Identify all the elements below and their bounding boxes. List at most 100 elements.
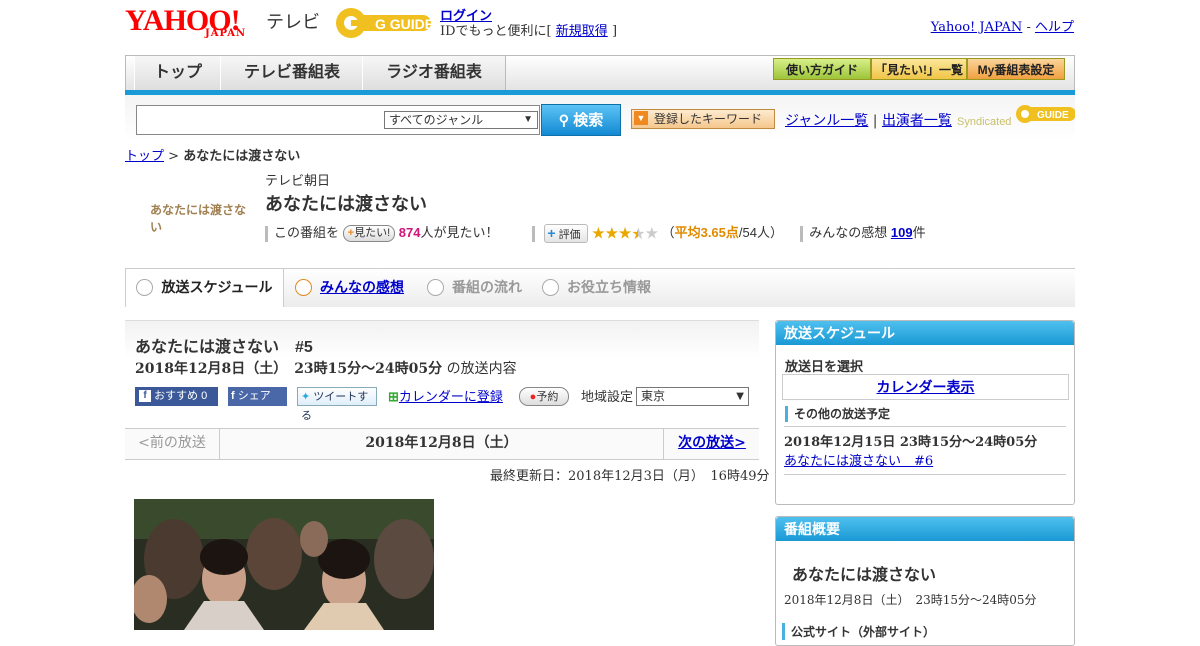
impressions-count-link[interactable]: 109 — [891, 225, 913, 240]
header-links: Yahoo! JAPAN - ヘルプ — [931, 16, 1074, 35]
program-tabs: 放送スケジュール みんなの感想 番組の流れ お役立ち情報 — [125, 268, 1075, 307]
rating-average: 平均3.65点 — [674, 225, 739, 240]
performer-list-link[interactable]: 出演者一覧 — [882, 113, 952, 129]
want-count: 874 — [398, 225, 421, 240]
svg-text:GUIDE: GUIDE — [1037, 110, 1069, 121]
tab-reviews-label[interactable]: みんなの感想 — [320, 279, 404, 295]
next-broadcast-item: 次の放送> — [663, 429, 760, 459]
next-broadcast-link[interactable]: 次の放送> — [678, 435, 746, 451]
pager-current-date: 2018年12月8日（土） — [365, 435, 518, 451]
dropdown-arrow-icon: ▼ — [634, 111, 648, 125]
main-nav: トップ テレビ番組表 ラジオ番組表 使い方ガイド 「見たい!」一覧 My番組表設… — [125, 55, 1075, 93]
other-schedule-link[interactable]: あなたには渡さない #6 — [784, 450, 933, 469]
sidebar-summary-box: 番組概要 あなたには渡さない 2018年12月8日（土） 23時15分～24時0… — [775, 516, 1075, 646]
register-link[interactable]: 新規取得 — [556, 24, 608, 39]
login-note-suffix: ] — [611, 24, 618, 39]
my-schedule-settings-button[interactable]: My番組表設定 — [967, 58, 1065, 80]
breadcrumb-separator: > — [164, 149, 184, 164]
nav-tab-tv-schedule[interactable]: テレビ番組表 — [220, 56, 364, 90]
genre-list-link[interactable]: ジャンル一覧 — [785, 113, 868, 129]
registered-keywords-button[interactable]: ▼ 登録したキーワード — [631, 109, 775, 129]
breadcrumb: トップ > あなたには渡さない — [125, 145, 300, 164]
want-button-label: 見たい! — [354, 227, 391, 240]
summary-title: あなたには渡さない — [792, 567, 937, 584]
nav-tab-radio-schedule[interactable]: ラジオ番組表 — [362, 56, 506, 90]
breadcrumb-current: あなたには渡さない — [183, 149, 301, 164]
tab-schedule[interactable]: 放送スケジュール — [125, 269, 284, 307]
episode-datetime: 2018年12月8日（土） 23時15分～24時05分 — [135, 361, 443, 377]
reserve-button[interactable]: ●予約 — [519, 387, 569, 406]
facebook-share-button[interactable]: f シェア — [228, 387, 287, 406]
rating-open: （ — [661, 225, 675, 240]
tab-reviews[interactable]: みんなの感想 — [295, 269, 404, 305]
yahoo-japan-link[interactable]: Yahoo! JAPAN — [931, 20, 1023, 35]
rate-button[interactable]: + 評価 — [544, 224, 588, 244]
search-button-label: 検索 — [573, 112, 604, 129]
sidebar-summary-heading: 番組概要 — [776, 517, 1074, 541]
usage-guide-button[interactable]: 使い方ガイド — [773, 58, 871, 80]
impressions-label: みんなの感想 — [809, 225, 888, 240]
tab-useful-info-label: お役立ち情報 — [567, 279, 651, 295]
star-icon: ★ — [604, 225, 619, 243]
nav-tab-top[interactable]: トップ — [134, 56, 222, 90]
prev-broadcast-button[interactable]: <前の放送 — [125, 429, 220, 459]
syndicated-label: Syndicated — [957, 116, 1012, 128]
summary-datetime: 2018年12月8日（土） 23時15分～24時05分 — [784, 593, 1037, 607]
header-separator: - — [1022, 20, 1035, 35]
rating-people: /54人） — [738, 225, 783, 240]
circle-arrow-icon — [295, 278, 312, 296]
breadcrumb-top-link[interactable]: トップ — [125, 149, 164, 164]
stats-divider — [265, 225, 268, 242]
recommend-button[interactable]: f おすすめ 0 — [135, 387, 218, 406]
genre-select[interactable]: すべてのジャンル ▼ — [384, 111, 538, 129]
tab-useful-info[interactable]: お役立ち情報 — [542, 269, 651, 305]
genre-links-divider: | — [868, 113, 882, 129]
want-suffix: 人が見たい！ — [420, 225, 499, 240]
impressions-unit: 件 — [912, 225, 926, 240]
episode-title: あなたには渡さない #5 — [135, 339, 313, 356]
search-button[interactable]: ⚲ 検索 — [541, 104, 621, 136]
circle-arrow-icon — [136, 278, 154, 296]
help-link[interactable]: ヘルプ — [1035, 20, 1074, 35]
calendar-display-item: カレンダー表示 — [782, 374, 1069, 400]
star-icon: ★ — [617, 225, 632, 243]
want-list-button[interactable]: 「見たい!」一覧 — [871, 58, 967, 80]
tweet-label: ツイートする — [301, 391, 369, 422]
region-select[interactable]: 東京 ▼ — [636, 387, 749, 406]
select-date-label: 放送日を選択 — [785, 359, 864, 374]
want-prefix: この番組を — [274, 225, 340, 240]
calendar-display-link[interactable]: カレンダー表示 — [877, 379, 975, 395]
gguide-logo-text: G GUIDE — [375, 16, 433, 32]
official-site-heading: 公式サイト（外部サイト） — [782, 623, 935, 640]
facebook-icon: f — [231, 390, 235, 402]
episode-datetime-suffix: の放送内容 — [446, 360, 517, 376]
tab-program-flow[interactable]: 番組の流れ — [427, 269, 522, 305]
share-label: シェア — [237, 390, 271, 402]
genre-links: ジャンル一覧 | 出演者一覧 — [785, 110, 952, 130]
episode-pager: <前の放送 2018年12月8日（土） 次の放送> — [125, 428, 759, 460]
star-icon: ★ — [631, 225, 645, 243]
star-icon: ★ — [644, 225, 659, 243]
login-note: IDでもっと便利に[ 新規取得 ] — [440, 20, 617, 39]
genre-select-value: すべてのジャンル — [389, 113, 484, 127]
syndicated-gguide-logo: Syndicated GUIDE — [957, 102, 1076, 128]
stats-divider — [800, 225, 804, 242]
program-channel: テレビ朝日 — [265, 173, 331, 188]
login-note-prefix: IDでもっと便利に[ — [440, 24, 552, 39]
program-thumbnail-text: あなたには渡さない — [150, 203, 247, 234]
calendar-plus-icon: ⊞ — [388, 389, 399, 404]
circle-arrow-icon — [427, 278, 444, 296]
recommend-label: おすすめ — [154, 390, 199, 402]
tab-program-flow-label: 番組の流れ — [452, 279, 522, 295]
program-thumbnail: あなたには渡さない — [130, 170, 248, 248]
recommend-count: 0 — [201, 390, 208, 402]
star-icon: ★ — [591, 225, 605, 243]
calendar-register-link[interactable]: カレンダーに登録 — [399, 389, 503, 404]
tv-logo-label: テレビ — [266, 12, 320, 32]
want-button[interactable]: +見たい! — [342, 225, 396, 243]
plus-icon: + — [547, 225, 556, 242]
registered-keywords-label: 登録したキーワード — [654, 112, 763, 126]
tweet-button[interactable]: ✦ ツイートする — [297, 387, 377, 422]
calendar-register[interactable]: ⊞カレンダーに登録 — [388, 387, 503, 406]
gguide-logo[interactable]: G GUIDE — [333, 6, 434, 40]
